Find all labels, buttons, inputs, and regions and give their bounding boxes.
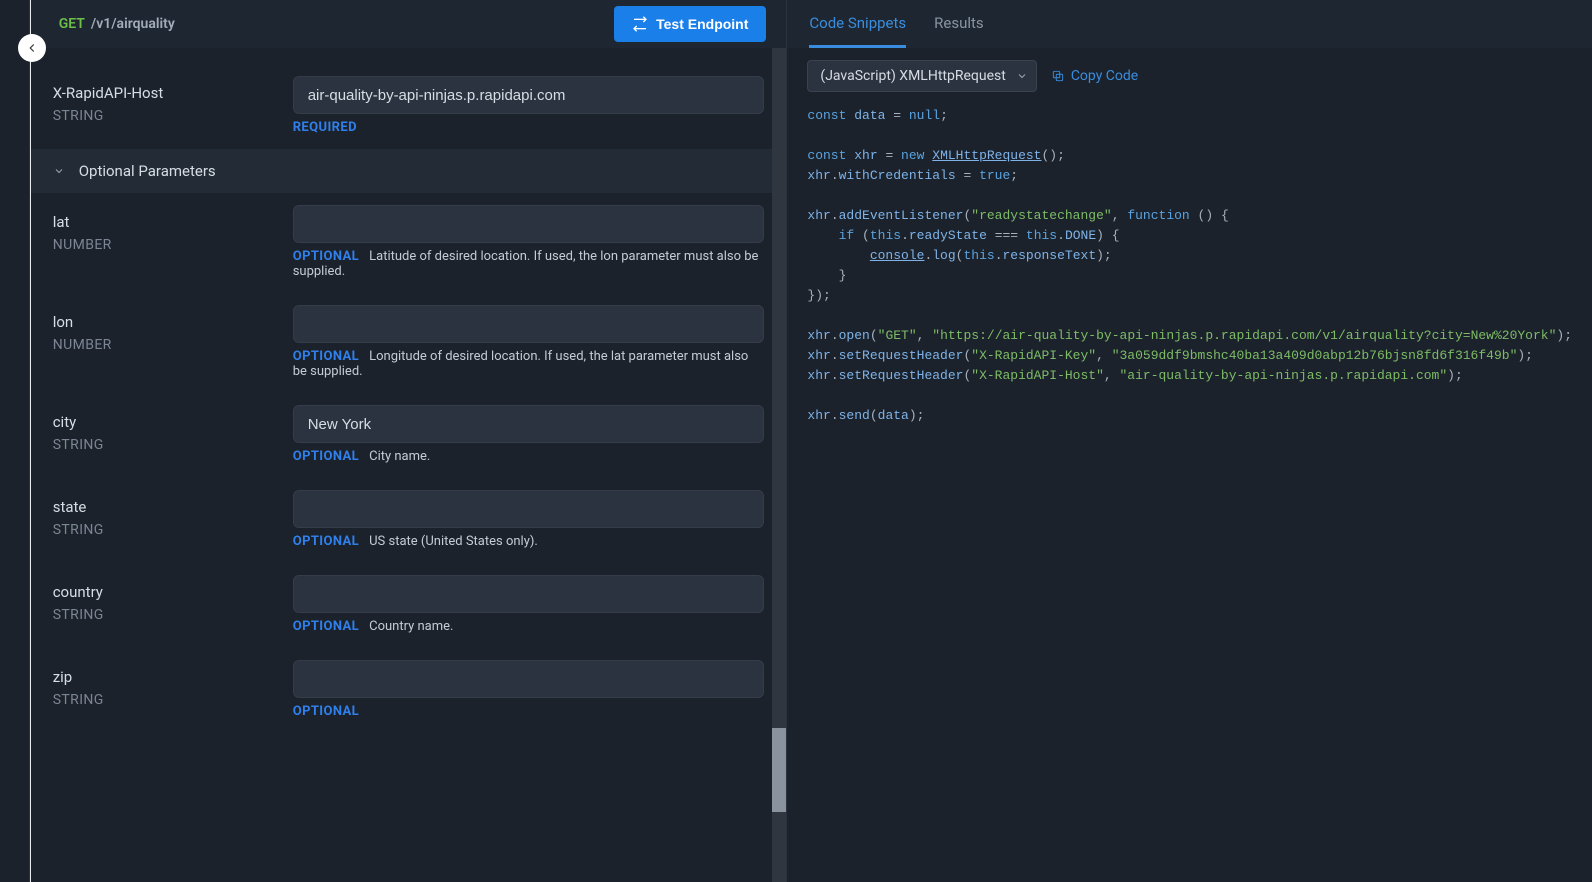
- param-name: country: [53, 583, 293, 601]
- copy-icon: [1051, 69, 1065, 83]
- param-name: city: [53, 413, 293, 431]
- optional-section-header[interactable]: Optional Parameters: [31, 149, 787, 193]
- optional-badge: OPTIONAL: [293, 534, 359, 549]
- param-row-city: city STRINGOPTIONAL City name.: [31, 393, 787, 478]
- param-row-country: country STRINGOPTIONAL Country name.: [31, 563, 787, 648]
- lon-input[interactable]: [293, 305, 765, 343]
- param-label-col: zip STRING: [53, 660, 293, 719]
- param-type: STRING: [53, 607, 293, 623]
- param-input-col: OPTIONALLongitude of desired location. I…: [293, 305, 765, 379]
- param-label-col: X-RapidAPI-Host STRING: [53, 76, 293, 135]
- param-label-col: country STRING: [53, 575, 293, 634]
- param-name: state: [53, 498, 293, 516]
- language-select[interactable]: (JavaScript) XMLHttpRequest: [807, 60, 1036, 92]
- param-label-col: city STRING: [53, 405, 293, 464]
- param-name: lon: [53, 313, 293, 331]
- chevron-down-icon: [1016, 70, 1028, 82]
- country-input[interactable]: [293, 575, 765, 613]
- section-title: Optional Parameters: [79, 162, 216, 180]
- right-tabs: Code Snippets Results: [787, 0, 1592, 48]
- chevron-left-icon: [25, 41, 39, 55]
- param-row-lat: lat NUMBEROPTIONALLatitude of desired loc…: [31, 193, 787, 293]
- param-row-host: X-RapidAPI-Host STRING REQUIRED: [31, 48, 787, 149]
- host-input[interactable]: [293, 76, 765, 114]
- param-label-col: lon NUMBER: [53, 305, 293, 379]
- param-desc: Longitude of desired location. If used, …: [293, 349, 749, 379]
- tab-results[interactable]: Results: [934, 0, 984, 48]
- param-type: NUMBER: [53, 337, 293, 353]
- param-label-col: state STRING: [53, 490, 293, 549]
- param-meta: OPTIONAL US state (United States only).: [293, 534, 765, 549]
- chevron-down-icon: [53, 165, 65, 177]
- param-type: STRING: [53, 522, 293, 538]
- optional-badge: OPTIONAL: [293, 249, 359, 264]
- app-root: GET /v1/airquality Test Endpoint X-Rapid…: [0, 0, 1592, 882]
- city-input[interactable]: [293, 405, 765, 443]
- test-endpoint-button[interactable]: Test Endpoint: [614, 6, 766, 42]
- param-meta: OPTIONAL Country name.: [293, 619, 765, 634]
- copy-code-button[interactable]: Copy Code: [1051, 68, 1138, 84]
- param-meta: OPTIONALLatitude of desired location. If…: [293, 249, 765, 279]
- optional-badge: OPTIONAL: [293, 349, 359, 364]
- center-pane: GET /v1/airquality Test Endpoint X-Rapid…: [30, 0, 788, 882]
- param-label-col: lat NUMBER: [53, 205, 293, 279]
- swap-icon: [632, 16, 648, 32]
- param-name: lat: [53, 213, 293, 231]
- state-input[interactable]: [293, 490, 765, 528]
- left-rail: [0, 0, 30, 882]
- param-row-zip: zip STRINGOPTIONAL: [31, 648, 787, 733]
- optional-badge: OPTIONAL: [293, 704, 359, 719]
- endpoint-title: GET /v1/airquality: [59, 16, 175, 32]
- code-snippet[interactable]: const data = null; const xhr = new XMLHt…: [787, 104, 1592, 882]
- back-button[interactable]: [18, 34, 46, 62]
- lat-input[interactable]: [293, 205, 765, 243]
- param-desc: City name.: [369, 449, 430, 464]
- param-type: NUMBER: [53, 237, 293, 253]
- param-desc: Latitude of desired location. If used, t…: [293, 249, 759, 279]
- param-input-col: REQUIRED: [293, 76, 765, 135]
- params-scroll[interactable]: X-RapidAPI-Host STRING REQUIRED Optional…: [31, 48, 787, 882]
- param-meta: OPTIONAL: [293, 704, 765, 719]
- param-input-col: OPTIONAL Country name.: [293, 575, 765, 634]
- snippet-toolbar: (JavaScript) XMLHttpRequest Copy Code: [787, 48, 1592, 104]
- param-row-lon: lon NUMBEROPTIONALLongitude of desired lo…: [31, 293, 787, 393]
- tab-code-snippets[interactable]: Code Snippets: [809, 0, 906, 48]
- param-desc: Country name.: [369, 619, 453, 634]
- param-input-col: OPTIONAL US state (United States only).: [293, 490, 765, 549]
- optional-badge: OPTIONAL: [293, 619, 359, 634]
- param-meta: OPTIONAL City name.: [293, 449, 765, 464]
- copy-code-label: Copy Code: [1071, 68, 1138, 84]
- param-meta: REQUIRED: [293, 120, 765, 135]
- scrollbar-thumb[interactable]: [772, 728, 786, 812]
- param-desc: US state (United States only).: [369, 534, 538, 549]
- scrollbar-track[interactable]: [772, 48, 786, 882]
- param-type: STRING: [53, 692, 293, 708]
- param-input-col: OPTIONALLatitude of desired location. If…: [293, 205, 765, 279]
- param-type: STRING: [53, 108, 293, 124]
- param-meta: OPTIONALLongitude of desired location. I…: [293, 349, 765, 379]
- http-method: GET: [59, 16, 85, 32]
- param-name: zip: [53, 668, 293, 686]
- param-row-state: state STRINGOPTIONAL US state (United Stat…: [31, 478, 787, 563]
- param-name: X-RapidAPI-Host: [53, 84, 293, 102]
- zip-input[interactable]: [293, 660, 765, 698]
- center-header: GET /v1/airquality Test Endpoint: [31, 0, 787, 48]
- param-input-col: OPTIONAL: [293, 660, 765, 719]
- test-endpoint-label: Test Endpoint: [656, 16, 748, 32]
- right-pane: Code Snippets Results (JavaScript) XMLHt…: [787, 0, 1592, 882]
- param-input-col: OPTIONAL City name.: [293, 405, 765, 464]
- optional-badge: OPTIONAL: [293, 449, 359, 464]
- param-type: STRING: [53, 437, 293, 453]
- required-badge: REQUIRED: [293, 120, 357, 135]
- language-select-label: (JavaScript) XMLHttpRequest: [820, 68, 1005, 84]
- endpoint-path: /v1/airquality: [91, 16, 175, 32]
